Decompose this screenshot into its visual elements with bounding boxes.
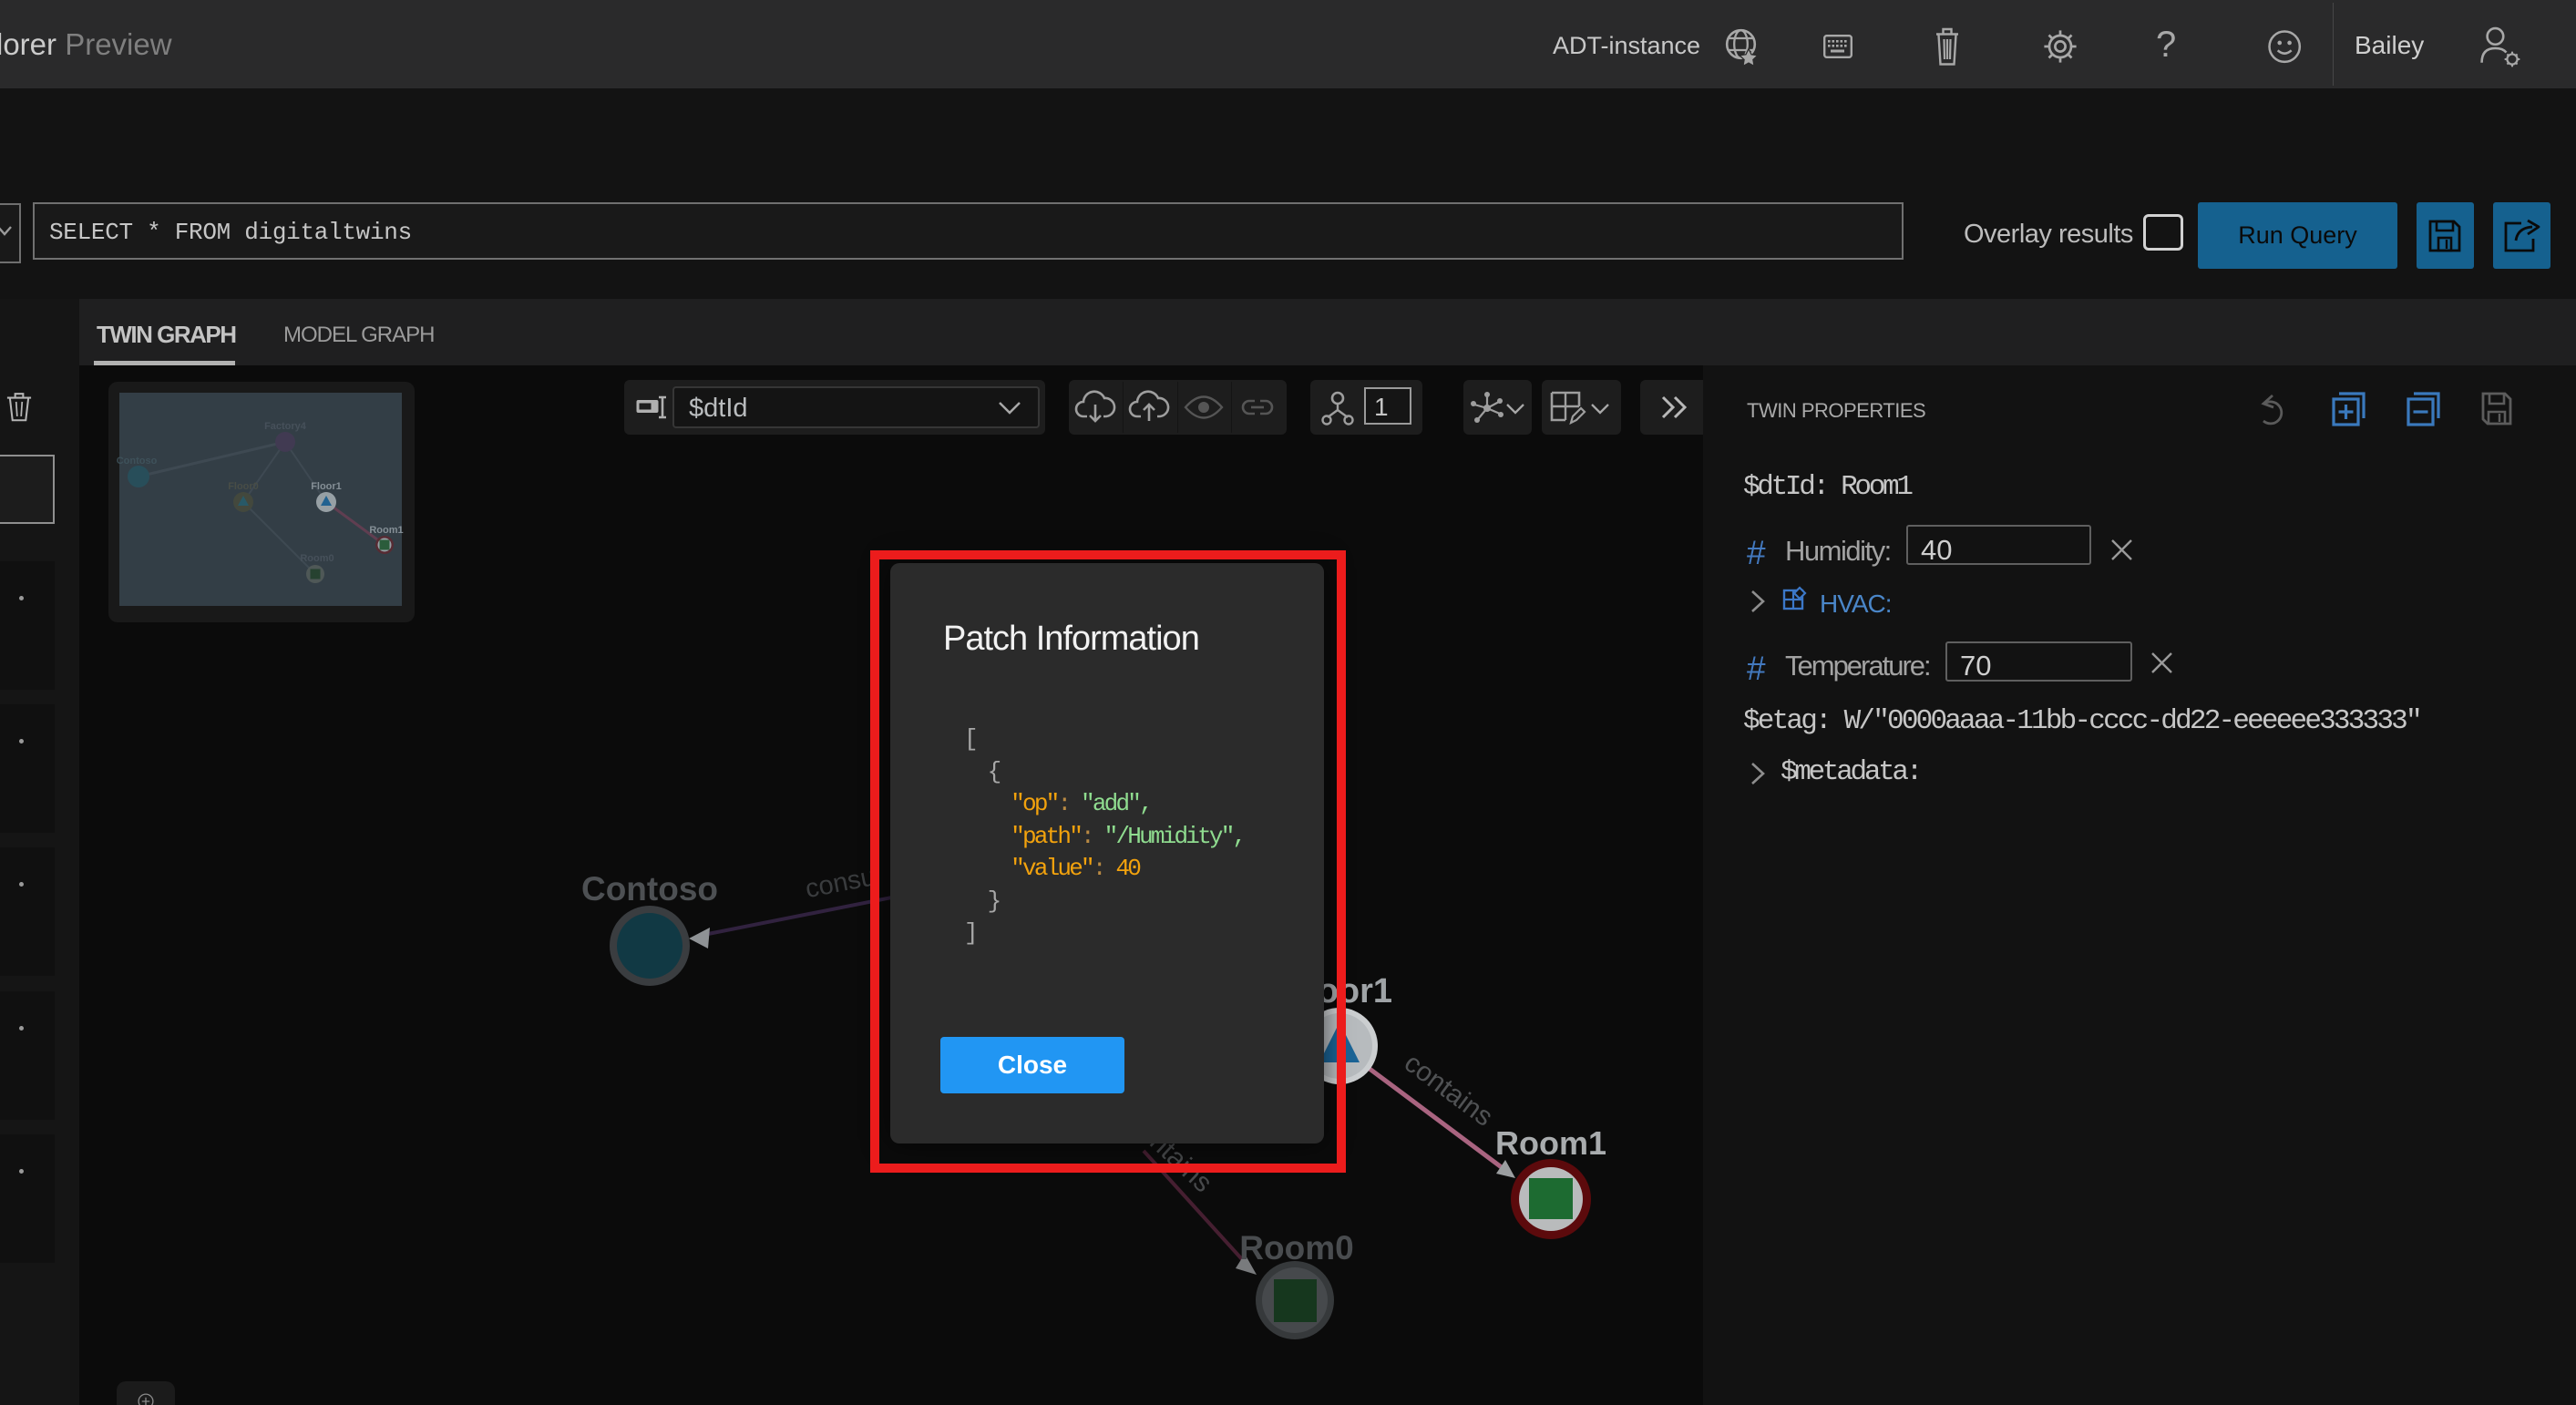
svg-text:contains: contains	[1399, 1048, 1498, 1133]
svg-text:Room1: Room1	[369, 525, 403, 536]
svg-text:Room1: Room1	[1495, 1124, 1606, 1162]
svg-text:Contoso: Contoso	[117, 456, 158, 467]
svg-text:Room0: Room0	[300, 553, 334, 564]
svg-text:Factory4: Factory4	[264, 421, 307, 432]
svg-text:Floor0: Floor0	[228, 481, 259, 492]
svg-text:consu: consu	[803, 862, 877, 904]
svg-text:Room0: Room0	[1239, 1229, 1353, 1267]
svg-text:Contoso: Contoso	[581, 870, 718, 908]
svg-text:Floor1: Floor1	[311, 481, 342, 492]
